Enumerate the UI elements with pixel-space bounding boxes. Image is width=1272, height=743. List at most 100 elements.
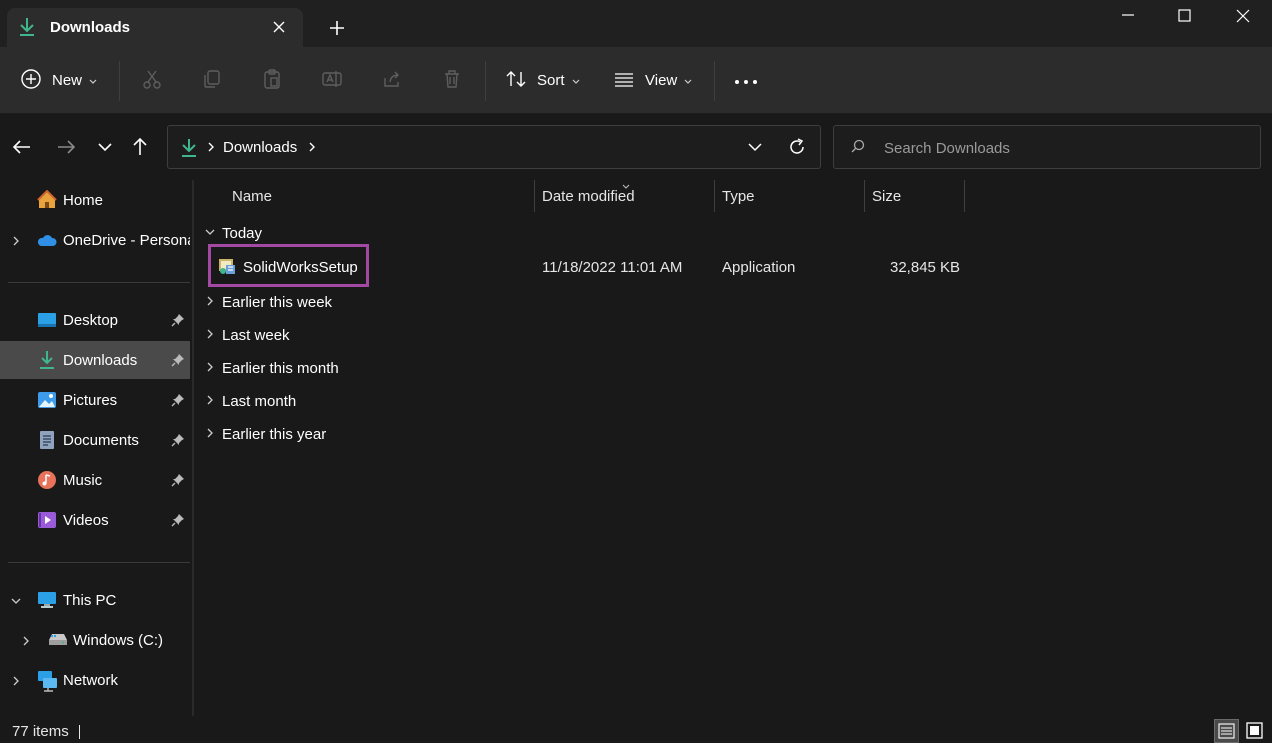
paste-button[interactable] — [261, 47, 283, 114]
sidebar-item-windows-c[interactable]: Windows (C:) — [0, 621, 190, 659]
group-label: Earlier this year — [222, 425, 327, 443]
pin-icon[interactable] — [171, 353, 185, 370]
sidebar-item-pictures[interactable]: Pictures — [0, 381, 190, 419]
details-view-icon[interactable] — [1214, 719, 1239, 743]
sidebar-item-videos[interactable]: Videos — [0, 501, 190, 539]
chevron-right-icon — [204, 360, 216, 376]
item-count: 77 items — [12, 723, 69, 740]
chevron-right-icon[interactable] — [307, 140, 317, 157]
tab-downloads[interactable]: Downloads — [7, 8, 303, 47]
sidebar-item-home[interactable]: Home — [0, 181, 190, 219]
sidebar-item-this-pc[interactable]: This PC — [0, 581, 190, 619]
column-divider[interactable] — [864, 180, 865, 212]
share-icon — [381, 68, 403, 93]
copy-button[interactable] — [201, 47, 223, 114]
sidebar-item-label: OneDrive - Persona — [63, 232, 190, 249]
home-icon — [37, 189, 57, 210]
up-arrow-icon[interactable] — [127, 134, 153, 160]
more-dots-icon — [734, 73, 758, 89]
view-button[interactable]: View — [613, 47, 693, 114]
divider — [8, 562, 190, 563]
minimize-icon[interactable] — [1099, 0, 1157, 32]
sidebar-item-onedrive[interactable]: OneDrive - Persona — [0, 221, 190, 259]
new-tab-icon[interactable] — [325, 16, 349, 40]
chevron-right-icon[interactable] — [10, 234, 22, 250]
file-date-modified: 11/18/2022 11:01 AM — [542, 259, 683, 276]
sidebar-item-label: Downloads — [63, 352, 138, 369]
pin-icon[interactable] — [171, 313, 185, 330]
search-box[interactable] — [833, 125, 1261, 169]
column-divider[interactable] — [964, 180, 965, 212]
navigation-pane: Home OneDrive - Persona Desktop Download… — [0, 180, 190, 716]
rename-button[interactable] — [321, 47, 343, 114]
large-icons-view-icon[interactable] — [1242, 719, 1267, 743]
sidebar-item-label: Videos — [63, 512, 109, 529]
group-header-last-week[interactable]: Last week — [204, 323, 290, 347]
column-header-size[interactable]: Size — [872, 188, 901, 205]
sidebar-item-label: Music — [63, 472, 103, 489]
address-dropdown-icon[interactable] — [746, 139, 764, 158]
delete-button[interactable] — [441, 47, 463, 114]
back-arrow-icon[interactable] — [9, 134, 35, 160]
sidebar-item-network[interactable]: Network — [0, 661, 190, 699]
chevron-down-icon — [683, 73, 693, 89]
maximize-icon[interactable] — [1155, 0, 1213, 32]
column-header-date-modified[interactable]: Date modified — [542, 188, 635, 205]
column-divider[interactable] — [534, 180, 535, 212]
sidebar-item-music[interactable]: Music — [0, 461, 190, 499]
chevron-right-icon[interactable] — [10, 674, 22, 690]
plus-circle-icon — [20, 68, 42, 93]
pictures-icon — [37, 390, 57, 410]
close-tab-icon[interactable] — [269, 17, 289, 37]
chevron-right-icon[interactable] — [206, 140, 216, 157]
sort-label: Sort — [537, 72, 565, 89]
share-button[interactable] — [381, 47, 403, 114]
chevron-right-icon — [204, 294, 216, 310]
sidebar-item-desktop[interactable]: Desktop — [0, 301, 190, 339]
group-header-earlier-this-year[interactable]: Earlier this year — [204, 422, 326, 446]
chevron-down-icon — [571, 73, 581, 89]
pin-icon[interactable] — [171, 433, 185, 450]
sidebar-item-documents[interactable]: Documents — [0, 421, 190, 459]
chevron-right-icon — [204, 426, 216, 442]
pin-icon[interactable] — [171, 513, 185, 530]
sidebar-item-label: This PC — [63, 592, 117, 609]
copy-icon — [201, 68, 223, 93]
download-icon — [180, 137, 198, 162]
pin-icon[interactable] — [171, 393, 185, 410]
address-bar[interactable]: Downloads — [167, 125, 821, 169]
search-input[interactable] — [884, 136, 1244, 160]
chevron-down-icon — [204, 225, 216, 241]
sidebar-item-label: Desktop — [63, 312, 119, 329]
close-window-icon[interactable] — [1214, 0, 1272, 32]
group-label: Earlier this week — [222, 293, 333, 311]
sidebar-item-label: Network — [63, 672, 119, 689]
group-label: Last week — [222, 326, 290, 344]
recent-locations-chevron-icon[interactable] — [92, 134, 118, 160]
cut-button[interactable] — [141, 47, 163, 114]
sidebar-item-downloads[interactable]: Downloads — [0, 341, 190, 379]
more-options-button[interactable] — [734, 47, 758, 114]
column-header-name[interactable]: Name — [232, 188, 272, 205]
group-header-today[interactable]: Today — [204, 221, 262, 245]
group-header-earlier-this-month[interactable]: Earlier this month — [204, 356, 339, 380]
group-header-earlier-this-week[interactable]: Earlier this week — [204, 290, 332, 314]
column-header-type[interactable]: Type — [722, 188, 755, 205]
column-divider[interactable] — [714, 180, 715, 212]
toolbar-divider — [119, 61, 120, 101]
pin-icon[interactable] — [171, 473, 185, 490]
file-row[interactable]: SolidWorksSetup 11/18/2022 11:01 AM Appl… — [208, 244, 968, 288]
view-lines-icon — [613, 68, 635, 93]
sort-button[interactable]: Sort — [505, 47, 581, 114]
chevron-down-icon[interactable] — [10, 594, 22, 610]
forward-arrow-icon[interactable] — [53, 134, 79, 160]
refresh-icon[interactable] — [787, 137, 807, 160]
group-header-last-month[interactable]: Last month — [204, 389, 296, 413]
chevron-right-icon[interactable] — [20, 634, 32, 650]
clipboard-icon — [261, 68, 283, 93]
breadcrumb-downloads[interactable]: Downloads — [223, 139, 297, 156]
toolbar-divider — [485, 61, 486, 101]
new-button[interactable]: New — [20, 47, 98, 114]
trash-icon — [441, 68, 463, 93]
sort-icon — [505, 68, 527, 93]
